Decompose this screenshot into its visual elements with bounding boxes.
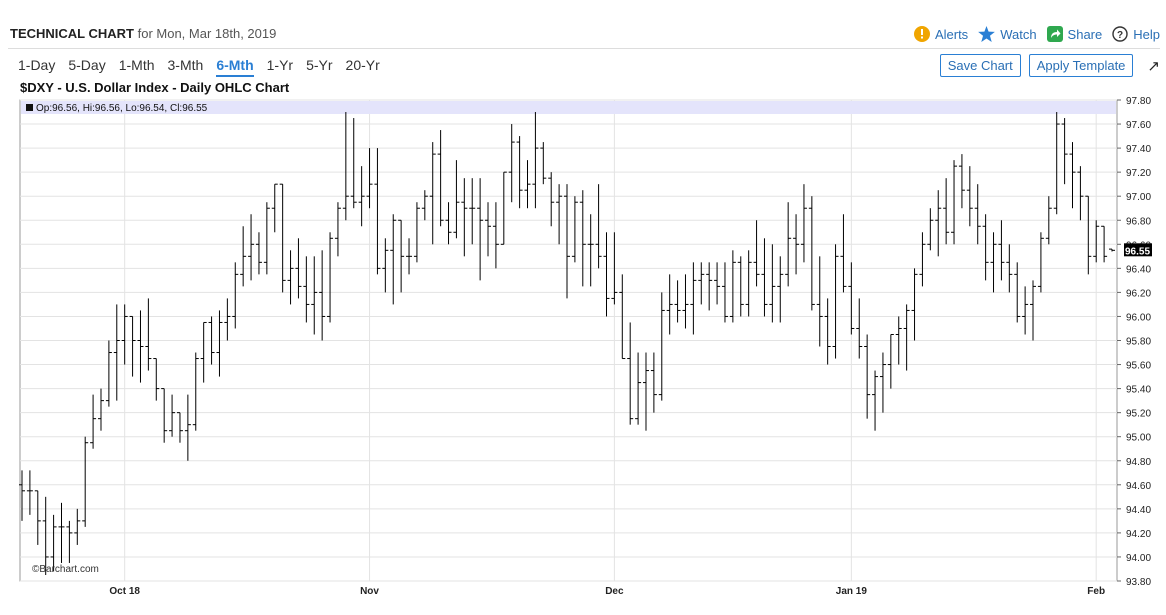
y-tick-label: 96.80 xyxy=(1126,216,1151,227)
ohlc-chart[interactable]: 97.8097.6097.4097.2097.0096.8096.6096.40… xyxy=(0,95,1166,610)
apply-template-button[interactable]: Apply Template xyxy=(1028,54,1134,77)
top-links: Alerts Watch Share ? Help xyxy=(913,26,1160,42)
y-tick-label: 94.20 xyxy=(1126,529,1151,540)
period-tab-1-yr[interactable]: 1-Yr xyxy=(267,57,293,77)
alerts-label: Alerts xyxy=(934,26,969,42)
y-tick-label: 97.00 xyxy=(1126,192,1151,203)
last-value-label: 96.55 xyxy=(1125,246,1150,257)
chart-title: $DXY - U.S. Dollar Index - Daily OHLC Ch… xyxy=(20,80,290,95)
share-link[interactable]: Share xyxy=(1046,26,1103,42)
y-tick-label: 93.80 xyxy=(1126,577,1151,588)
help-icon: ? xyxy=(1112,26,1128,42)
watermark: ©Barchart.com xyxy=(32,564,99,575)
x-tick-label: Nov xyxy=(360,586,379,597)
alert-icon xyxy=(913,26,930,42)
y-tick-label: 96.20 xyxy=(1126,288,1151,299)
y-tick-label: 95.00 xyxy=(1126,433,1151,444)
svg-text:?: ? xyxy=(1117,30,1123,41)
y-tick-label: 97.40 xyxy=(1126,144,1151,155)
y-tick-label: 95.80 xyxy=(1126,337,1151,348)
save-chart-button[interactable]: Save Chart xyxy=(939,54,1021,77)
y-tick-label: 97.60 xyxy=(1126,120,1151,131)
period-tab-6-mth[interactable]: 6-Mth xyxy=(216,57,254,77)
y-tick-label: 96.00 xyxy=(1126,312,1151,323)
period-tab-20-yr[interactable]: 20-Yr xyxy=(346,57,380,77)
header-title: TECHNICAL CHART xyxy=(10,26,134,41)
y-tick-label: 97.80 xyxy=(1126,96,1151,107)
y-tick-label: 94.40 xyxy=(1126,505,1151,516)
header-date: for Mon, Mar 18th, 2019 xyxy=(137,26,277,41)
y-tick-label: 95.40 xyxy=(1126,385,1151,396)
x-tick-label: Jan 19 xyxy=(836,586,868,597)
chart-header: TECHNICAL CHART for Mon, Mar 18th, 2019 xyxy=(10,26,276,41)
help-link[interactable]: ? Help xyxy=(1112,26,1160,42)
info-marker xyxy=(26,104,33,111)
watch-label: Watch xyxy=(1000,26,1037,42)
period-tab-5-yr[interactable]: 5-Yr xyxy=(306,57,332,77)
period-tab-3-mth[interactable]: 3-Mth xyxy=(168,57,204,77)
star-icon xyxy=(978,26,996,42)
y-tick-label: 94.60 xyxy=(1126,481,1151,492)
header-divider xyxy=(8,48,1160,49)
y-tick-label: 95.20 xyxy=(1126,409,1151,420)
info-label: Op:96.56, Hi:96.56, Lo:96.54, Cl:96.55 xyxy=(36,103,208,114)
period-tab-5-day[interactable]: 5-Day xyxy=(68,57,105,77)
y-tick-label: 97.20 xyxy=(1126,168,1151,179)
period-tab-1-day[interactable]: 1-Day xyxy=(18,57,55,77)
x-tick-label: Feb xyxy=(1087,586,1105,597)
x-tick-label: Dec xyxy=(605,586,624,597)
period-tab-1-mth[interactable]: 1-Mth xyxy=(119,57,155,77)
share-label: Share xyxy=(1067,26,1103,42)
help-label: Help xyxy=(1133,26,1160,42)
period-tabs: 1-Day 5-Day 1-Mth 3-Mth 6-Mth 1-Yr 5-Yr 20-Yr xyxy=(18,57,380,77)
x-tick-label: Oct 18 xyxy=(109,586,140,597)
watch-link[interactable]: Watch xyxy=(978,26,1037,42)
expand-icon[interactable]: ↗ xyxy=(1147,57,1160,75)
y-tick-label: 94.00 xyxy=(1126,553,1151,564)
alerts-link[interactable]: Alerts xyxy=(913,26,969,42)
chart-actions: Save Chart Apply Template ↗ xyxy=(939,54,1160,77)
y-tick-label: 95.60 xyxy=(1126,361,1151,372)
y-tick-label: 94.80 xyxy=(1126,457,1151,468)
share-icon xyxy=(1046,26,1063,42)
y-tick-label: 96.40 xyxy=(1126,264,1151,275)
